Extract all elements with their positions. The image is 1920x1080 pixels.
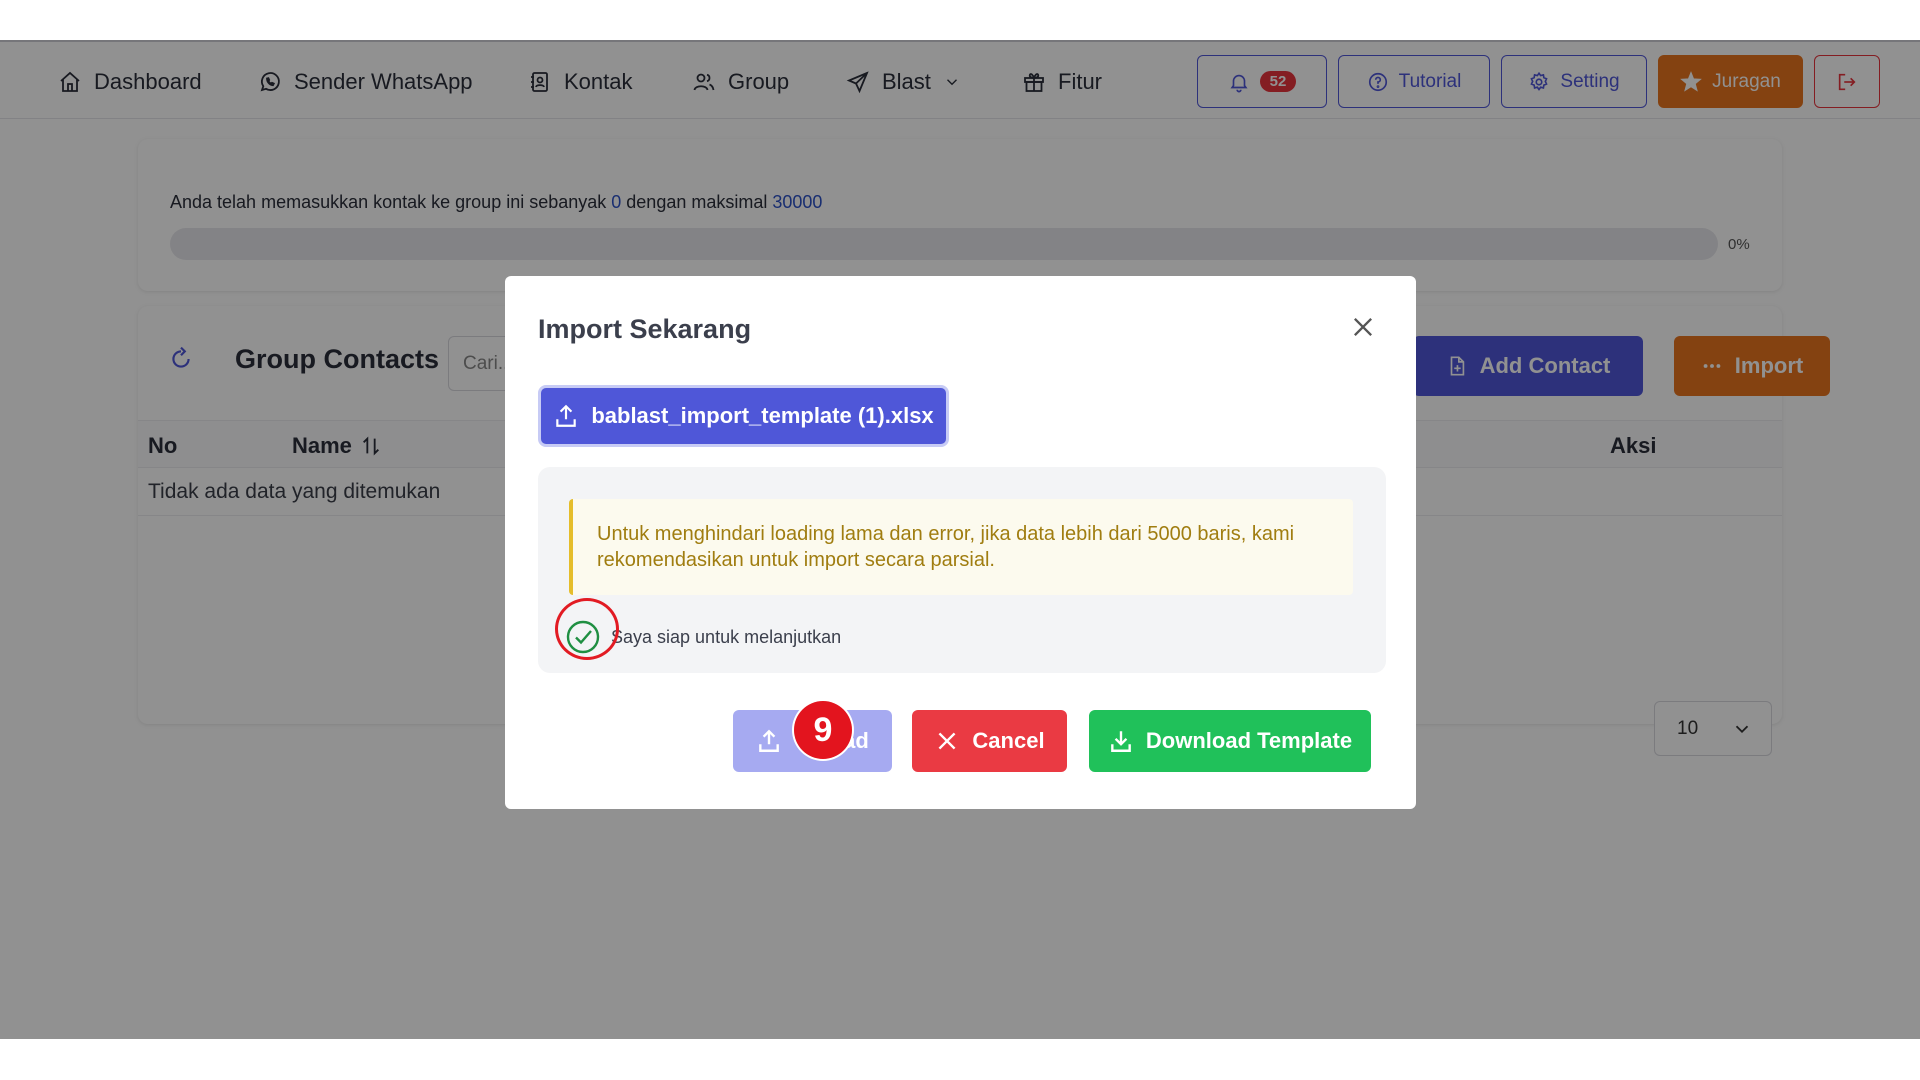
bottom-margin [0,1039,1920,1080]
selected-file-name: bablast_import_template (1).xlsx [591,403,934,428]
top-margin [0,0,1920,40]
download-template-button[interactable]: Download Template [1089,710,1371,772]
confirmation-panel: Untuk menghindari loading lama dan error… [538,467,1386,673]
step-number-badge: 9 [794,701,852,759]
warning-alert: Untuk menghindari loading lama dan error… [569,499,1353,595]
app-window: Dashboard Sender WhatsApp Kontak Group B… [0,40,1920,1039]
cancel-button[interactable]: Cancel [912,710,1067,772]
x-icon [938,732,956,750]
download-template-label: Download Template [1145,728,1353,753]
confirm-checkbox-label: Saya siap untuk melanjutkan [611,626,842,647]
modal-title: Import Sekarang [538,314,752,344]
import-modal: Import Sekarang bablast_import_template … [505,276,1416,809]
upload-icon [759,729,780,752]
file-select-button[interactable]: bablast_import_template (1).xlsx [538,385,949,447]
download-icon [1111,731,1131,752]
upload-icon [556,404,577,427]
warning-alert-text: Untuk menghindari loading lama dan error… [597,523,1295,571]
highlight-ring [555,598,619,660]
cancel-label: Cancel [972,728,1045,753]
close-icon[interactable] [1349,313,1377,341]
